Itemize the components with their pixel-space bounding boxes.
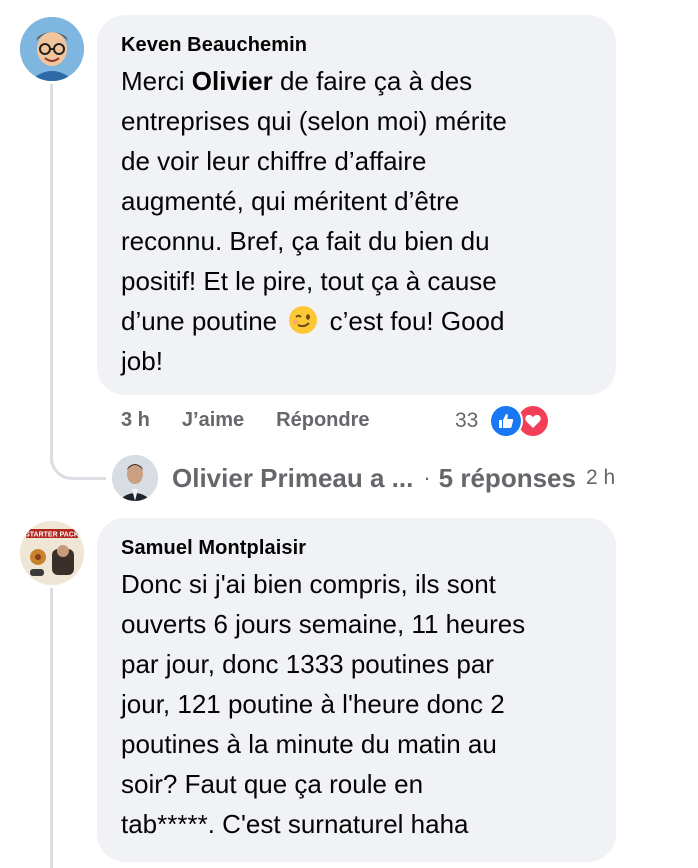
thread-line-second — [50, 588, 53, 868]
comment-bubble-1: Keven Beauchemin Merci Olivier de faire … — [97, 15, 616, 395]
avatar-olivier[interactable] — [112, 455, 158, 501]
thread-line-vertical — [50, 84, 53, 464]
reply-button[interactable]: Répondre — [276, 409, 369, 432]
reaction-icons[interactable] — [489, 404, 550, 438]
cartoon-face-icon — [20, 17, 84, 81]
like-reaction-icon — [489, 404, 523, 438]
like-button[interactable]: J’aime — [182, 409, 244, 432]
starter-pack-icon: STARTER PACK — [20, 521, 84, 585]
comment-bubble-2: Samuel Montplaisir Donc si j'ai bien com… — [97, 518, 616, 862]
comment-author[interactable]: Samuel Montplaisir — [121, 536, 592, 560]
comment-text: Donc si j'ai bien compris, ils sont ouve… — [121, 569, 526, 839]
replies-time: 2 h — [585, 466, 616, 489]
avatar-samuel[interactable]: STARTER PACK — [20, 521, 84, 585]
replies-author[interactable]: Olivier Primeau a ... — [172, 463, 413, 494]
view-replies-row[interactable]: Olivier Primeau a ... · 5 réponses 2 h — [112, 455, 615, 501]
comment-author[interactable]: Keven Beauchemin — [121, 33, 592, 57]
winking-face-icon — [289, 306, 318, 334]
thread-line-curve — [50, 440, 106, 480]
person-photo-icon — [112, 455, 158, 501]
replies-separator: · — [423, 465, 431, 490]
comment-text: Merci Olivier de faire ça à des entrepri… — [121, 66, 507, 376]
comment-time[interactable]: 3 h — [121, 409, 150, 432]
avatar-keven[interactable] — [20, 17, 84, 81]
comment-actions: 3 h J’aime Répondre — [121, 409, 402, 432]
svg-text:STARTER PACK: STARTER PACK — [25, 532, 79, 539]
reaction-count[interactable]: 33 — [455, 409, 478, 433]
replies-count[interactable]: 5 réponses — [439, 463, 576, 494]
mention-olivier[interactable]: Olivier — [192, 66, 273, 96]
